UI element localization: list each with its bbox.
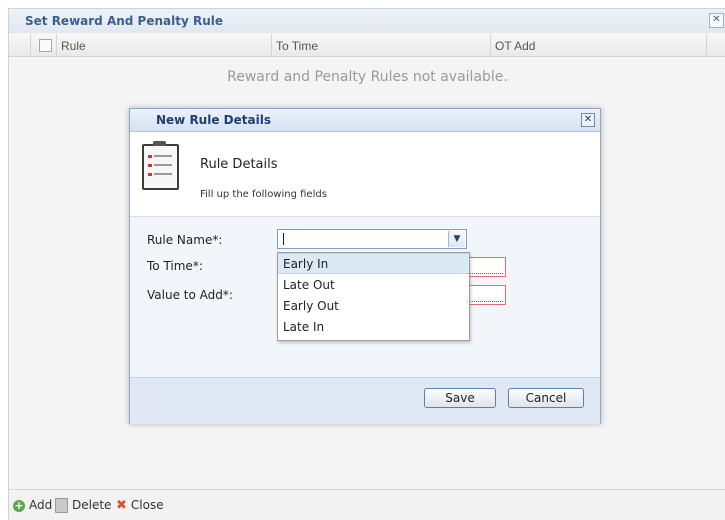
to-time-label: To Time*: — [147, 259, 203, 273]
trash-icon — [55, 498, 68, 513]
dialog-header: Rule Details Fill up the following field… — [130, 132, 600, 216]
dialog-heading: Rule Details — [200, 157, 278, 172]
text-cursor — [283, 233, 284, 245]
dialog-close-icon[interactable]: ✕ — [581, 113, 595, 127]
column-separator — [30, 34, 31, 56]
select-all-checkbox[interactable] — [39, 39, 52, 52]
dialog-subheading: Fill up the following fields — [200, 189, 327, 200]
column-separator — [706, 34, 707, 56]
dropdown-option[interactable]: Late In — [278, 317, 469, 338]
option-label: Early Out — [283, 299, 339, 313]
clipboard-checklist-icon — [142, 141, 179, 190]
rule-name-combobox[interactable]: ▼ — [277, 229, 467, 249]
rule-name-dropdown-list: Early In Late Out Early Out Late In — [277, 252, 470, 341]
bottom-toolbar: + Add Delete ✖ Close — [9, 489, 725, 520]
delete-label: Delete — [72, 498, 112, 512]
option-label: Late Out — [283, 278, 335, 292]
to-time-field[interactable] — [466, 257, 506, 277]
close-label: Close — [130, 498, 164, 512]
value-to-add-field[interactable] — [466, 285, 506, 305]
add-label: Add — [29, 498, 53, 512]
option-label: Early In — [283, 257, 329, 271]
close-x-icon: ✖ — [116, 497, 127, 513]
checklist-line — [154, 164, 172, 166]
value-to-add-label: Value to Add*: — [147, 288, 233, 302]
invalid-underline — [468, 299, 503, 302]
option-label: Late In — [283, 320, 325, 334]
window-close-icon[interactable]: ✕ — [709, 13, 724, 28]
close-button[interactable]: ✖ Close — [116, 498, 164, 512]
cancel-button[interactable]: Cancel — [508, 388, 584, 408]
check-mark — [148, 173, 152, 176]
column-header-rule[interactable]: Rule — [61, 39, 86, 53]
check-mark — [148, 164, 152, 167]
column-header-ot-add[interactable]: OT Add — [495, 39, 535, 53]
dialog-title: New Rule Details — [156, 113, 271, 127]
dialog-footer: Save Cancel — [130, 377, 600, 424]
rule-name-label: Rule Name*: — [147, 233, 223, 247]
invalid-underline — [468, 271, 503, 274]
dropdown-arrow-icon[interactable]: ▼ — [448, 231, 465, 247]
dropdown-option[interactable]: Early In — [278, 253, 469, 274]
checklist-line — [154, 173, 172, 175]
checklist-line — [154, 155, 172, 157]
add-circle-icon: + — [13, 498, 25, 512]
add-button[interactable]: + Add — [13, 498, 52, 512]
column-separator — [271, 34, 272, 56]
clipboard-clip — [153, 141, 166, 146]
column-header-to-time[interactable]: To Time — [276, 39, 318, 53]
save-button[interactable]: Save — [424, 388, 496, 408]
column-separator — [490, 34, 491, 56]
dropdown-option[interactable]: Late Out — [278, 275, 469, 296]
new-rule-dialog: New Rule Details ✕ Rule Details Fill up … — [129, 108, 601, 424]
check-mark — [148, 155, 152, 158]
window-title: Set Reward And Penalty Rule — [25, 14, 223, 28]
dropdown-option[interactable]: Early Out — [278, 296, 469, 317]
window-titlebar: Set Reward And Penalty Rule ✕ — [9, 9, 725, 33]
grid-header: Rule To Time OT Add — [9, 34, 725, 57]
dialog-titlebar: New Rule Details ✕ — [130, 109, 600, 132]
column-separator — [56, 34, 57, 56]
delete-button[interactable]: Delete — [55, 498, 111, 513]
empty-grid-message: Reward and Penalty Rules not available. — [227, 69, 508, 85]
